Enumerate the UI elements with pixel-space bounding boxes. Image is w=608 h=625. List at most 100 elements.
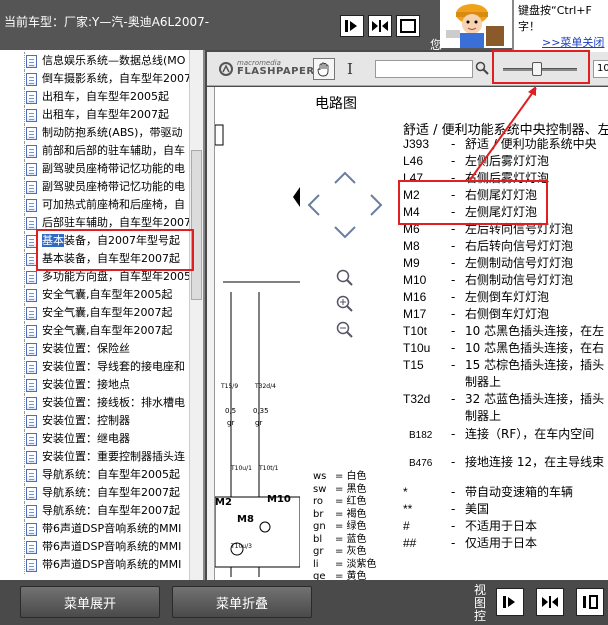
legend-code: L46 (403, 154, 424, 168)
menu-tree-item[interactable]: 可加热式前座椅和后座椅，自 (0, 196, 190, 214)
annotation-box-legend (398, 180, 548, 225)
menu-tree-item[interactable]: 安装位置：导线套的接电座和 (0, 358, 190, 376)
legend-dash: - (451, 427, 456, 441)
legend-code: M17 (403, 307, 427, 321)
menu-tree-item-label: 可加热式前座椅和后座椅，自 (42, 198, 185, 211)
menu-tree-item-label: 出租车，自车型年2007起 (42, 108, 169, 121)
pin-label-t15-9: T15/9 (221, 383, 239, 390)
menu-tree-item[interactable]: 安装位置：接线板：排水槽电 (0, 394, 190, 412)
menu-tree-item[interactable]: 出租车，自车型年2007起 (0, 106, 190, 124)
legend-dash: - (451, 256, 456, 270)
tree-connector-line (24, 214, 25, 232)
wire-color-code: li (313, 558, 319, 570)
legend-row: T10u -10 芯黑色插头连接，在右 (403, 340, 604, 357)
legend-description: 舒适 / 便利功能系统中央 (465, 137, 597, 151)
legend-description: 右侧制动信号灯灯泡 (465, 273, 574, 287)
menu-tree-item[interactable]: 副驾驶员座椅带记忆功能的电 (0, 178, 190, 196)
menu-tree-item[interactable]: 副驾驶员座椅带记忆功能的电 (0, 160, 190, 178)
wire-color-name: = 褐色 (335, 508, 367, 520)
circuit-schematic-fragment (215, 124, 300, 577)
tree-connector-line (24, 502, 25, 520)
tree-connector-line (24, 412, 25, 430)
legend-description: 接地连接 12，在主导线束 (465, 455, 605, 469)
sidebar-scrollbar[interactable] (189, 50, 203, 580)
pan-right-icon (370, 194, 383, 216)
legend-row: * - 带自动变速箱的车辆 (403, 484, 573, 501)
menu-tree-item[interactable]: 出租车，自车型年2005起 (0, 88, 190, 106)
menu-tree-item[interactable]: 安装位置：重要控制器插头连 (0, 448, 190, 466)
zoom-in-icon[interactable] (336, 295, 354, 313)
menu-tree-item[interactable]: 导航系统：自车型年2007起 (0, 502, 190, 520)
macromedia-logo-icon (219, 62, 233, 76)
close-menu-link[interactable]: >>菜单关闭 (542, 34, 604, 50)
menu-tree-item[interactable]: 安装位置：继电器 (0, 430, 190, 448)
menu-tree-item-label: 导航系统：自车型年2007起 (42, 504, 180, 517)
fullscreen-icon (583, 595, 598, 609)
legend-description: 左侧后雾灯灯泡 (465, 154, 550, 168)
tree-connector-line (24, 142, 25, 160)
menu-tree-item[interactable]: 安装位置：接地点 (0, 376, 190, 394)
legend-dash: - (451, 239, 456, 253)
menu-tree-item[interactable]: 带6声道DSP音响系统的MMI (0, 538, 190, 556)
document-icon (26, 271, 37, 284)
tree-connector-line (24, 88, 25, 106)
hand-tool-button[interactable] (313, 58, 335, 80)
sidebar-scroll-thumb[interactable] (191, 150, 202, 300)
fullscreen-view-button[interactable] (576, 588, 604, 616)
tree-connector-line (24, 232, 25, 250)
menu-tree-item[interactable]: 带6声道DSP音响系统的MMI (0, 556, 190, 574)
pin-label-t10t-1: T10t/1 (259, 465, 279, 472)
wire-color-name: = 蓝色 (335, 533, 367, 545)
fullscreen-view-button[interactable] (396, 15, 420, 37)
document-icon (26, 559, 37, 572)
zoom-percent-field[interactable]: 10 (593, 60, 608, 78)
legend-code: J393 (403, 137, 430, 151)
zoom-out-icon[interactable] (336, 321, 354, 339)
menu-tree-item[interactable]: 安全气囊,自车型年2007起 (0, 322, 190, 340)
menu-tree-item[interactable]: 安全气囊,自车型年2007起 (0, 304, 190, 322)
menu-tree-item[interactable]: 制动防抱系统(ABS)，带驱动 (0, 124, 190, 142)
component-label-m10: M10 (267, 494, 291, 505)
legend-dash: - (451, 324, 456, 338)
menu-tree-item-label: 安全气囊,自车型年2007起 (42, 306, 173, 319)
menu-tree-item[interactable]: 前部和后部的驻车辅助，自车 (0, 142, 190, 160)
expand-menu-button[interactable]: 菜单展开 (20, 586, 160, 618)
legend-code: T32d (403, 392, 431, 406)
single-page-icon (345, 20, 357, 32)
document-icon (26, 109, 37, 122)
menu-tree-item[interactable]: 信息娱乐系统—数据总线(MO (0, 52, 190, 70)
double-page-view-button[interactable] (536, 588, 564, 616)
tree-connector-line (24, 286, 25, 304)
legend-description: 10 芯黑色插头连接，在左 (465, 324, 605, 338)
document-icon (26, 55, 37, 68)
find-input[interactable] (375, 60, 473, 78)
menu-tree-item[interactable]: 带6声道DSP音响系统的MMI (0, 520, 190, 538)
zoom-fit-icon[interactable] (336, 269, 354, 287)
wire-size-label: 0,35 (253, 407, 269, 415)
document-icon (26, 469, 37, 482)
single-page-view-button[interactable] (340, 15, 364, 37)
legend-description: 左侧倒车灯灯泡 (465, 290, 550, 304)
document-viewer: T15/9 T32d/4 0,5 0,35 gr gr T10u/1 T10t/… (207, 87, 608, 580)
document-icon (26, 181, 37, 194)
legend-row: 制器上 (403, 374, 501, 391)
menu-tree-item[interactable]: 安全气囊,自车型年2005起 (0, 286, 190, 304)
menu-tree-item[interactable]: 导航系统：自车型年2005起 (0, 466, 190, 484)
menu-tree-item[interactable]: 倒车摄影系统，自车型年2007 (0, 70, 190, 88)
legend-code: T10t (403, 324, 428, 338)
wire-color-name: = 白色 (335, 471, 367, 482)
document-icon (26, 73, 37, 86)
menu-tree-item-label: 安装位置：保险丝 (42, 342, 130, 355)
menu-tree-item[interactable]: 安装位置：保险丝 (0, 340, 190, 358)
double-page-view-button[interactable] (368, 15, 392, 37)
legend-row: M9 - 左侧制动信号灯灯泡 (403, 255, 573, 272)
menu-tree-item[interactable]: 安装位置：控制器 (0, 412, 190, 430)
search-icon[interactable] (475, 61, 489, 75)
menu-tree-item[interactable]: 导航系统：自车型年2007起 (0, 484, 190, 502)
collapse-menu-button[interactable]: 菜单折叠 (172, 586, 312, 618)
single-page-view-button[interactable] (496, 588, 524, 616)
document-icon (26, 361, 37, 374)
page-pan-control[interactable] (305, 169, 385, 241)
wire-color-name: = 黑色 (335, 483, 367, 495)
text-select-tool-button[interactable]: I (343, 58, 357, 80)
